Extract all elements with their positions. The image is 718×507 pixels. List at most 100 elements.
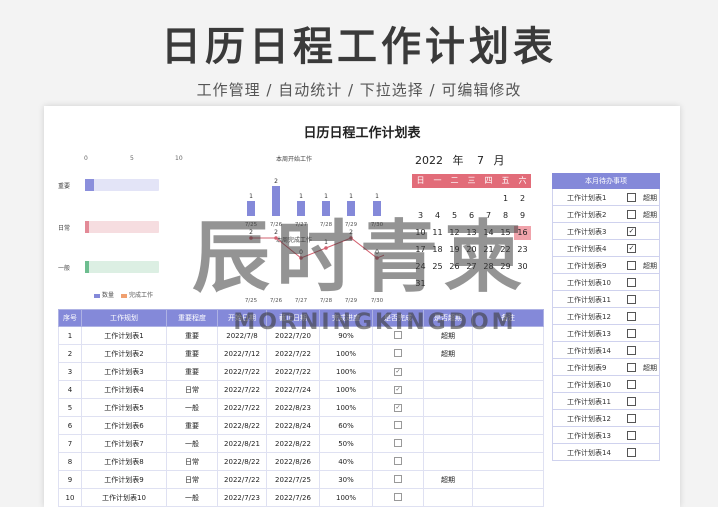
table-cell[interactable]: 2022/8/24 (266, 416, 320, 435)
overdue-cell[interactable] (423, 362, 473, 381)
table-cell[interactable]: 一般 (166, 434, 218, 453)
table-cell[interactable]: 40% (319, 452, 373, 471)
table-cell[interactable]: 2022/7/12 (217, 344, 267, 363)
table-cell[interactable]: 2022/7/22 (217, 380, 267, 399)
table-cell[interactable]: 2022/7/23 (217, 488, 267, 507)
table-row[interactable]: 7 工作计划表7 一般 2022/8/21 2022/8/22 50% (58, 434, 544, 453)
done-checkbox[interactable] (394, 438, 402, 447)
table-row[interactable]: 4 工作计划表4 日常 2022/7/22 2022/7/24 100% ✓ (58, 380, 544, 399)
table-cell[interactable]: 30% (319, 470, 373, 489)
done-checkbox-cell[interactable] (372, 470, 424, 489)
todo-checkbox[interactable] (627, 397, 636, 406)
overdue-cell[interactable] (423, 380, 473, 399)
table-cell[interactable]: 工作计划表7 (81, 434, 167, 453)
table-cell[interactable]: 工作计划表3 (81, 362, 167, 381)
table-cell[interactable]: 2022/7/22 (217, 362, 267, 381)
table-cell[interactable] (472, 344, 544, 363)
table-cell[interactable] (472, 470, 544, 489)
table-row[interactable]: 3 工作计划表3 重要 2022/7/22 2022/7/22 100% ✓ (58, 362, 544, 381)
table-cell[interactable]: 2022/8/22 (266, 434, 320, 453)
table-cell[interactable]: 4 (58, 380, 82, 399)
table-cell[interactable] (472, 488, 544, 507)
overdue-cell[interactable]: 超期 (423, 470, 473, 489)
todo-item[interactable]: 工作计划表14 (552, 444, 660, 461)
table-cell[interactable]: 重要 (166, 344, 218, 363)
overdue-cell[interactable] (423, 434, 473, 453)
done-checkbox-cell[interactable] (372, 434, 424, 453)
todo-item[interactable]: 工作计划表9 超期 (552, 359, 660, 376)
done-checkbox[interactable]: ✓ (394, 386, 402, 394)
table-cell[interactable]: 一般 (166, 398, 218, 417)
done-checkbox[interactable]: ✓ (394, 404, 402, 412)
todo-checkbox[interactable] (627, 431, 636, 440)
todo-checkbox[interactable]: ✓ (627, 227, 636, 236)
table-cell[interactable]: 2022/8/26 (266, 452, 320, 471)
table-cell[interactable]: 2022/7/24 (266, 380, 320, 399)
table-cell[interactable]: 工作计划表9 (81, 470, 167, 489)
table-cell[interactable]: 工作计划表5 (81, 398, 167, 417)
table-cell[interactable]: 工作计划表4 (81, 380, 167, 399)
table-row[interactable]: 2 工作计划表2 重要 2022/7/12 2022/7/22 100% 超期 (58, 344, 544, 363)
table-cell[interactable]: 1 (58, 326, 82, 345)
table-cell[interactable]: 2022/8/23 (266, 398, 320, 417)
done-checkbox-cell[interactable] (372, 452, 424, 471)
table-cell[interactable]: 100% (319, 344, 373, 363)
table-cell[interactable]: 工作计划表2 (81, 344, 167, 363)
table-cell[interactable]: 日常 (166, 380, 218, 399)
done-checkbox[interactable] (394, 474, 402, 483)
todo-item[interactable]: 工作计划表12 (552, 410, 660, 427)
table-cell[interactable]: 2022/7/22 (217, 470, 267, 489)
todo-checkbox[interactable] (627, 380, 636, 389)
done-checkbox[interactable]: ✓ (394, 368, 402, 376)
table-cell[interactable] (472, 416, 544, 435)
table-cell[interactable]: 60% (319, 416, 373, 435)
table-cell[interactable]: 2022/7/25 (266, 470, 320, 489)
calendar-year[interactable]: 2022 (415, 154, 443, 167)
table-cell[interactable]: 2 (58, 344, 82, 363)
table-cell[interactable]: 工作计划表8 (81, 452, 167, 471)
todo-checkbox[interactable] (627, 329, 636, 338)
calendar-month[interactable]: 7 (477, 154, 484, 167)
table-cell[interactable]: 7 (58, 434, 82, 453)
table-cell[interactable]: 重要 (166, 416, 218, 435)
done-checkbox-cell[interactable]: ✓ (372, 362, 424, 381)
done-checkbox[interactable] (394, 492, 402, 501)
table-row[interactable]: 6 工作计划表6 重要 2022/8/22 2022/8/24 60% (58, 416, 544, 435)
todo-checkbox[interactable] (627, 261, 636, 270)
table-cell[interactable]: 日常 (166, 470, 218, 489)
done-checkbox-cell[interactable] (372, 416, 424, 435)
table-cell[interactable]: 3 (58, 362, 82, 381)
todo-item[interactable]: 工作计划表10 (552, 376, 660, 393)
todo-checkbox[interactable]: ✓ (627, 244, 636, 253)
overdue-cell[interactable]: 超期 (423, 344, 473, 363)
table-cell[interactable]: 2022/8/22 (217, 416, 267, 435)
done-checkbox-cell[interactable] (372, 488, 424, 507)
table-cell[interactable]: 6 (58, 416, 82, 435)
table-row[interactable]: 10 工作计划表10 一般 2022/7/23 2022/7/26 100% (58, 488, 544, 507)
table-cell[interactable]: 日常 (166, 452, 218, 471)
table-cell[interactable]: 2022/7/26 (266, 488, 320, 507)
table-cell[interactable]: 5 (58, 398, 82, 417)
table-cell[interactable]: 100% (319, 380, 373, 399)
table-cell[interactable]: 工作计划表6 (81, 416, 167, 435)
todo-item[interactable]: 工作计划表13 (552, 427, 660, 444)
todo-item[interactable]: 工作计划表14 (552, 342, 660, 359)
table-cell[interactable]: 9 (58, 470, 82, 489)
todo-checkbox[interactable] (627, 210, 636, 219)
overdue-cell[interactable] (423, 488, 473, 507)
done-checkbox[interactable] (394, 456, 402, 465)
done-checkbox[interactable] (394, 420, 402, 429)
table-row[interactable]: 8 工作计划表8 日常 2022/8/22 2022/8/26 40% (58, 452, 544, 471)
done-checkbox-cell[interactable]: ✓ (372, 380, 424, 399)
table-cell[interactable]: 2022/8/22 (217, 452, 267, 471)
todo-checkbox[interactable] (627, 193, 636, 202)
table-cell[interactable]: 50% (319, 434, 373, 453)
table-cell[interactable]: 重要 (166, 362, 218, 381)
todo-checkbox[interactable] (627, 312, 636, 321)
overdue-cell[interactable] (423, 452, 473, 471)
todo-checkbox[interactable] (627, 448, 636, 457)
table-cell[interactable]: 2022/8/21 (217, 434, 267, 453)
table-cell[interactable]: 2022/7/22 (266, 344, 320, 363)
table-cell[interactable]: 工作计划表1 (81, 326, 167, 345)
table-cell[interactable] (472, 452, 544, 471)
